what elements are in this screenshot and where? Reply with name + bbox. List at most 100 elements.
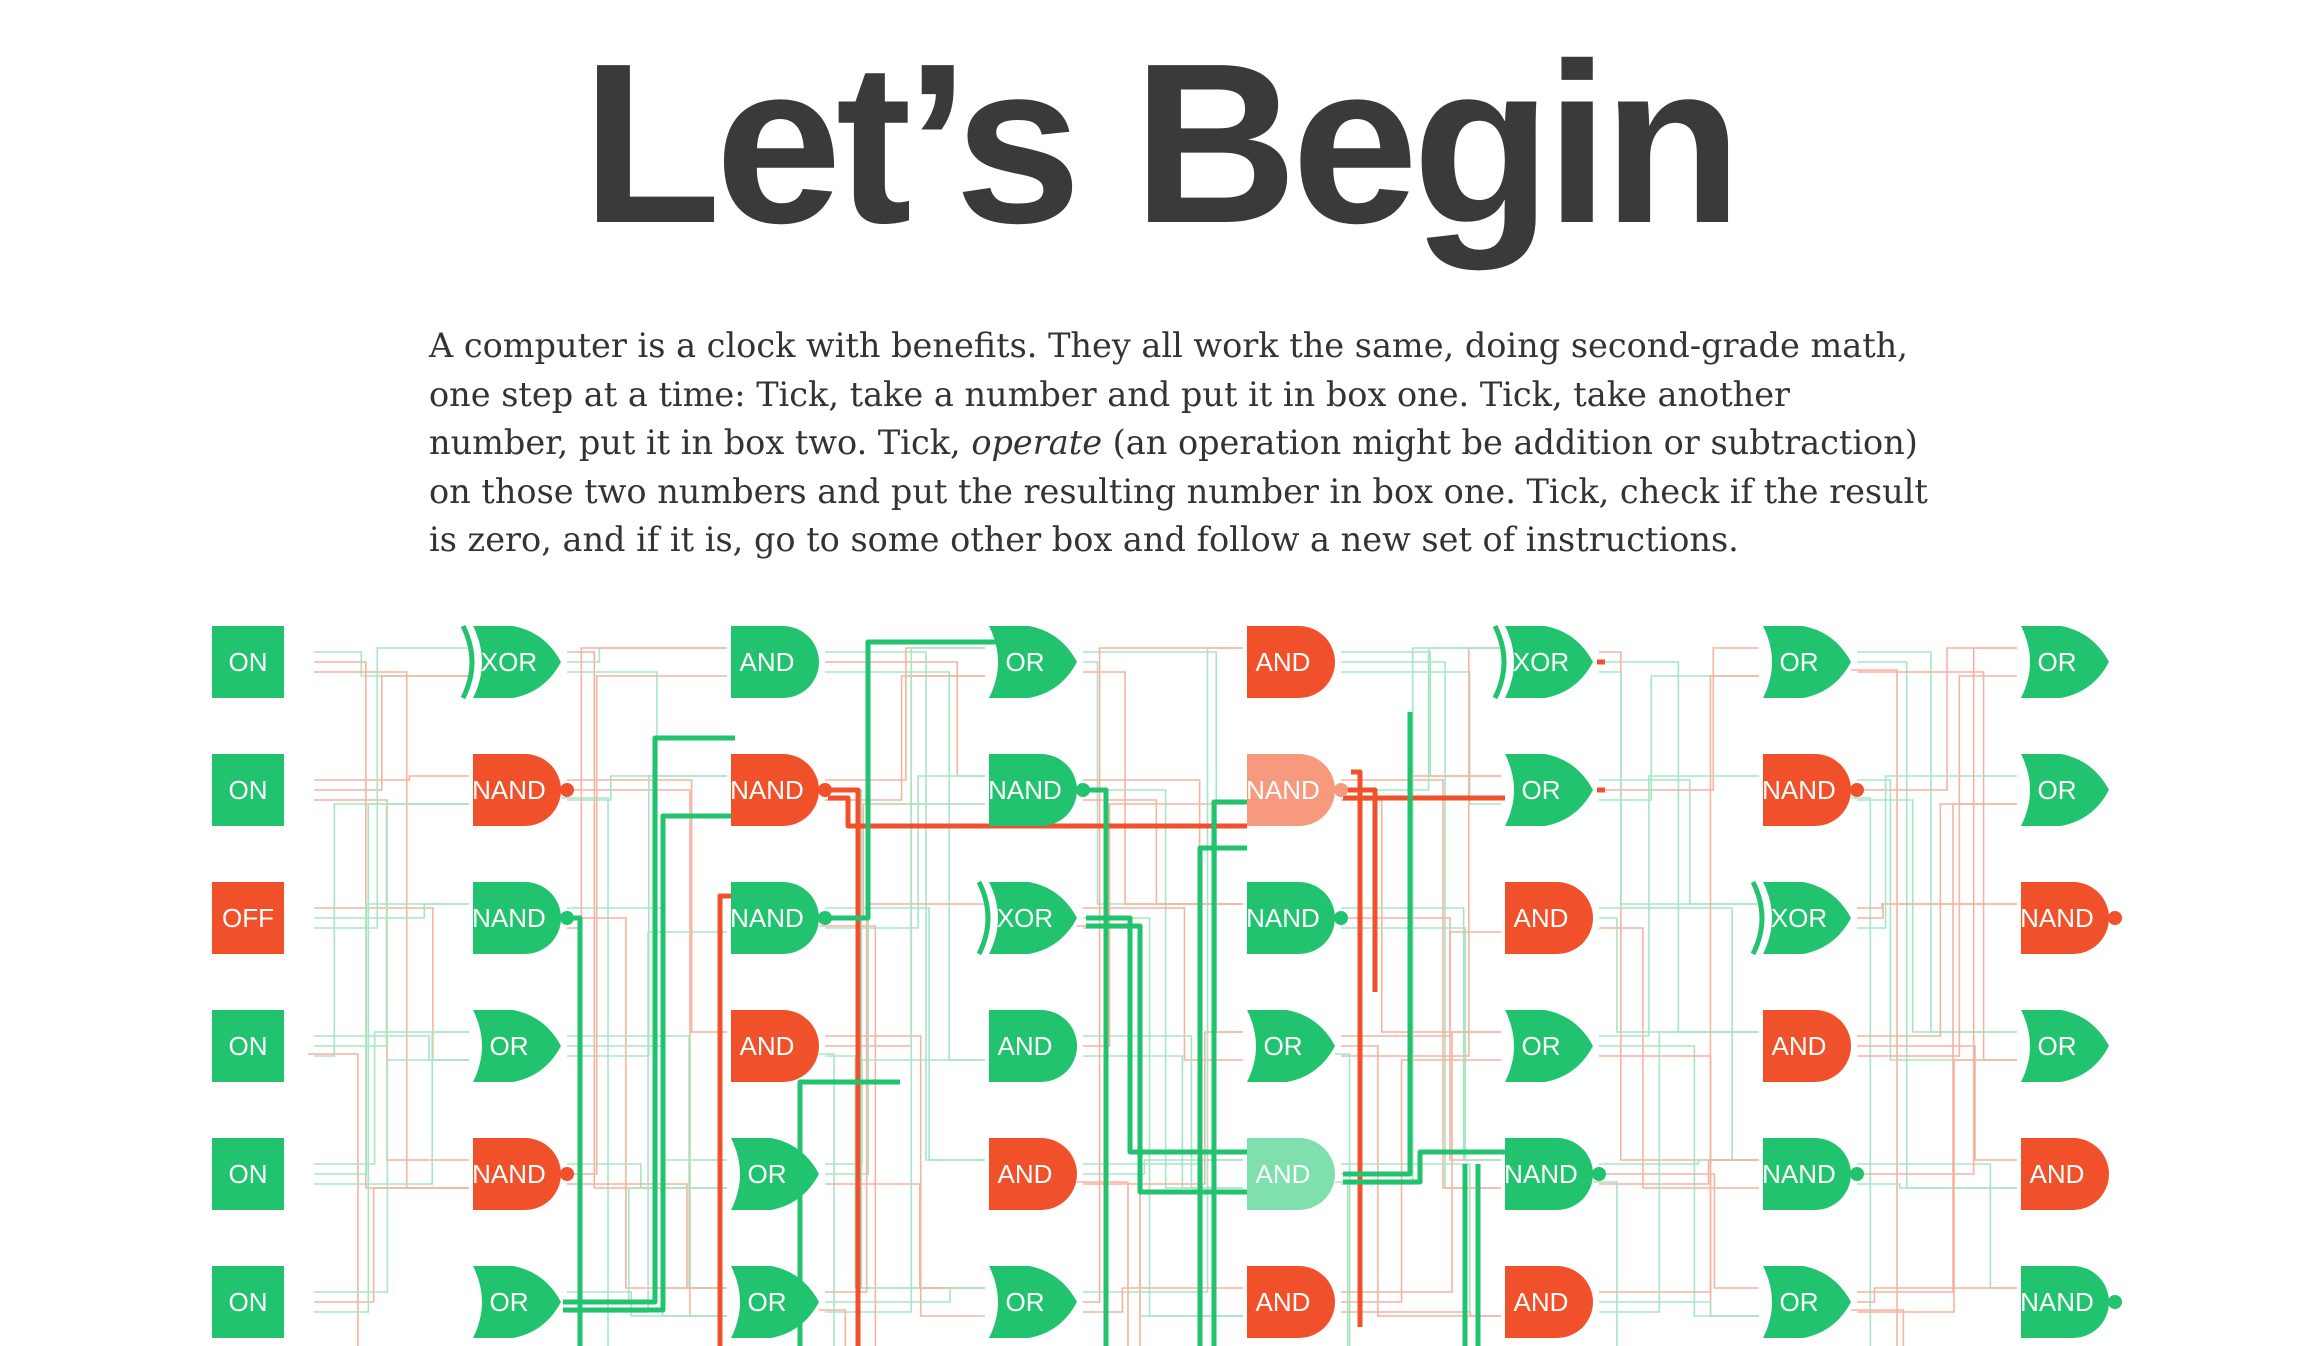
gate-on[interactable]: ON	[212, 754, 284, 826]
wire	[1341, 647, 1501, 1185]
wire	[314, 803, 469, 1047]
wire	[567, 647, 727, 663]
gate-and[interactable]: AND	[989, 1010, 1077, 1082]
wire	[825, 1287, 985, 1303]
gate-and[interactable]: AND	[1247, 1138, 1335, 1210]
gate-and[interactable]: AND	[1247, 1266, 1335, 1338]
gate-xor[interactable]: XOR	[460, 624, 561, 700]
gate-label: XOR	[1771, 903, 1827, 933]
wire	[314, 1035, 469, 1061]
gate-label: ON	[229, 775, 268, 805]
gate-and[interactable]: AND	[1505, 882, 1593, 954]
gate-nand[interactable]: NAND	[1504, 1138, 1606, 1210]
wire	[314, 803, 469, 1313]
wire	[1341, 917, 1501, 1161]
wire	[1341, 927, 1501, 1161]
wire	[1341, 779, 1501, 1189]
thin-wires	[308, 647, 2017, 1346]
gate-on[interactable]: ON	[212, 1138, 284, 1210]
gate-or[interactable]: OR	[473, 1266, 561, 1338]
gate-or[interactable]: OR	[989, 1266, 1077, 1338]
gate-and[interactable]: AND	[731, 626, 819, 698]
inverter-bubble-icon	[818, 783, 832, 797]
gate-nand[interactable]: NAND	[1246, 754, 1348, 826]
gate-or[interactable]: OR	[1763, 626, 1851, 698]
gate-label: NAND	[730, 903, 804, 933]
thick-wires	[563, 639, 1605, 1346]
gate-label: OR	[1780, 1287, 1819, 1317]
wire	[1341, 647, 1501, 1057]
gate-nand[interactable]: NAND	[472, 1138, 574, 1210]
page-title: Let’s Begin	[581, 17, 1742, 271]
gate-or[interactable]: OR	[1763, 1266, 1851, 1338]
gate-label: NAND	[472, 775, 546, 805]
gate-on[interactable]: ON	[212, 626, 284, 698]
gate-xor[interactable]: XOR	[1750, 880, 1851, 956]
wire	[1857, 1163, 2017, 1289]
gate-or[interactable]: OR	[2021, 1010, 2109, 1082]
gate-nand[interactable]: NAND	[730, 754, 832, 826]
gate-nand[interactable]: NAND	[472, 754, 574, 826]
gate-on[interactable]: ON	[212, 1266, 284, 1338]
gate-and[interactable]: AND	[989, 1138, 1077, 1210]
gate-or[interactable]: OR	[731, 1138, 819, 1210]
gate-nand[interactable]: NAND	[1762, 754, 1864, 826]
active-wire	[828, 787, 861, 1346]
gate-label: AND	[1256, 1287, 1311, 1317]
gate-or[interactable]: OR	[2021, 754, 2109, 826]
wire	[825, 661, 985, 777]
gate-and[interactable]: AND	[731, 1010, 819, 1082]
gate-nand[interactable]: NAND	[2020, 882, 2122, 954]
wire	[567, 651, 727, 1189]
inverter-bubble-icon	[1592, 1167, 1606, 1181]
wire	[1341, 661, 1501, 1189]
gate-label: OR	[490, 1031, 529, 1061]
gate-and[interactable]: AND	[1247, 626, 1335, 698]
inverter-bubble-icon	[818, 911, 832, 925]
gate-nand[interactable]: NAND	[988, 754, 1090, 826]
gate-and[interactable]: AND	[1505, 1266, 1593, 1338]
gate-nand[interactable]: NAND	[1762, 1138, 1864, 1210]
wire	[567, 671, 727, 1289]
gate-label: AND	[998, 1159, 1053, 1189]
gate-on[interactable]: ON	[212, 1010, 284, 1082]
gate-label: ON	[229, 647, 268, 677]
wire	[1857, 671, 2017, 1061]
gate-nand[interactable]: NAND	[730, 882, 832, 954]
gate-xor[interactable]: XOR	[1492, 624, 1593, 700]
wire	[314, 661, 469, 1189]
wire	[314, 1031, 469, 1185]
wire	[567, 1187, 727, 1303]
wire	[1341, 931, 1501, 1037]
gate-label: NAND	[1246, 903, 1320, 933]
gate-label: OR	[490, 1287, 529, 1317]
gate-or[interactable]: OR	[731, 1266, 819, 1338]
gate-or[interactable]: OR	[1505, 754, 1593, 826]
wire	[314, 903, 469, 919]
gate-off[interactable]: OFF	[212, 882, 284, 954]
inverter-bubble-icon	[2108, 1295, 2122, 1309]
inverter-bubble-icon	[560, 911, 574, 925]
intro-paragraph: A computer is a clock with benefits. The…	[429, 322, 1929, 565]
active-wire	[1211, 799, 1247, 1346]
gate-and[interactable]: AND	[1763, 1010, 1851, 1082]
gate-label: OR	[748, 1159, 787, 1189]
gate-or[interactable]: OR	[1247, 1010, 1335, 1082]
wire	[567, 675, 727, 1175]
wire	[1851, 1309, 1905, 1346]
gate-nand[interactable]: NAND	[2020, 1266, 2122, 1338]
gate-or[interactable]: OR	[473, 1010, 561, 1082]
gate-nand[interactable]: NAND	[472, 882, 574, 954]
gate-and[interactable]: AND	[2021, 1138, 2109, 1210]
wire	[825, 1055, 985, 1289]
wire	[825, 647, 985, 781]
gate-label: AND	[1514, 903, 1569, 933]
gate-label: NAND	[1504, 1159, 1578, 1189]
gate-or[interactable]: OR	[989, 626, 1077, 698]
gate-or[interactable]: OR	[2021, 626, 2109, 698]
gate-xor[interactable]: XOR	[976, 880, 1077, 956]
gate-nand[interactable]: NAND	[1246, 882, 1348, 954]
gate-label: NAND	[988, 775, 1062, 805]
gate-label: AND	[1256, 647, 1311, 677]
gate-or[interactable]: OR	[1505, 1010, 1593, 1082]
